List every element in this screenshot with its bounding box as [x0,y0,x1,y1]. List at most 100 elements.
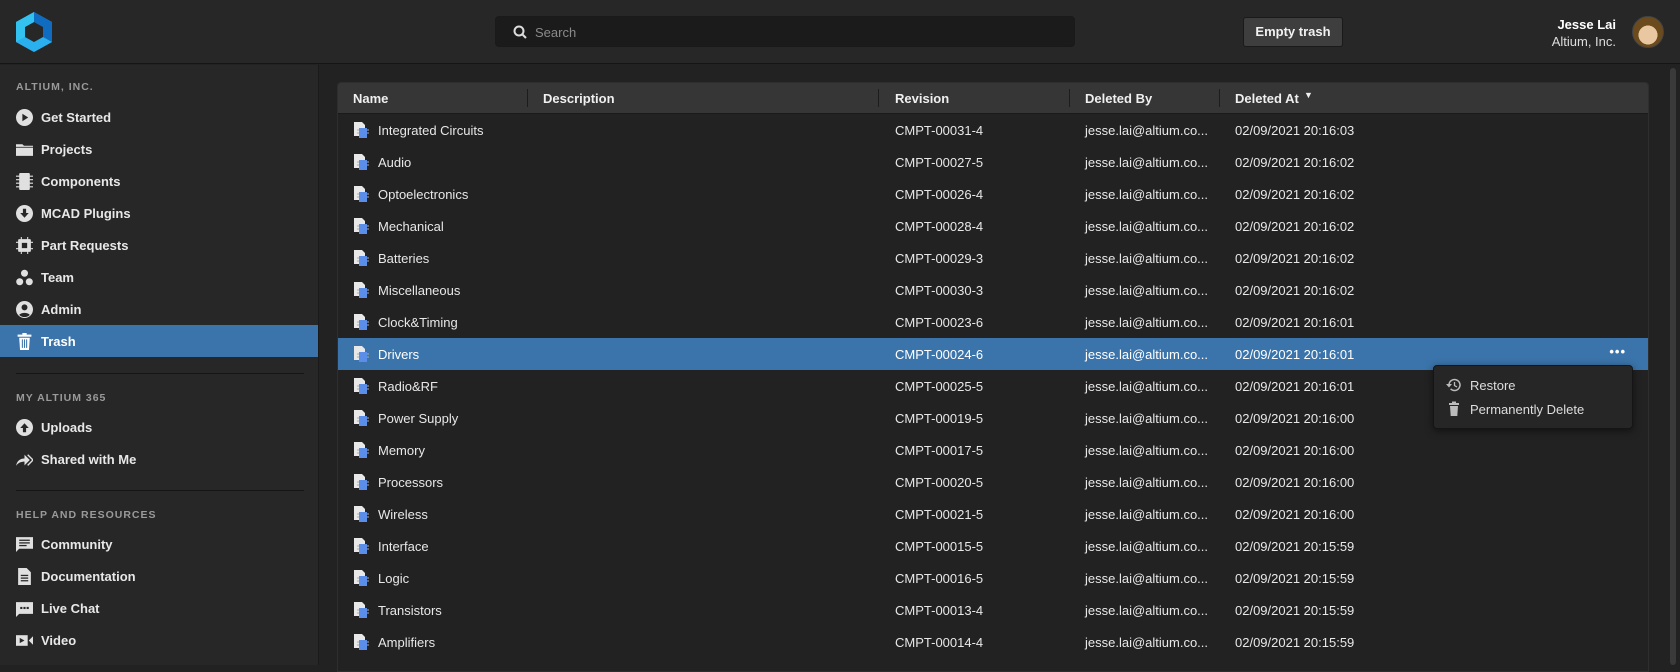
cell-deleted-at: 02/09/2021 20:16:02 [1235,283,1355,298]
cell-deleted-at: 02/09/2021 20:15:59 [1235,571,1355,586]
cell-deleted-by: jesse.lai@altium.co... [1085,315,1209,330]
cell-revision: CMPT-00024-6 [895,347,984,362]
sidebar-item-trash[interactable]: Trash [0,325,318,357]
cell-name[interactable]: Processors [378,475,443,490]
sort-desc-icon[interactable]: ▼ [1304,90,1313,100]
cell-name[interactable]: Optoelectronics [378,187,468,202]
component-file-icon [354,506,369,522]
sidebar-item-projects[interactable]: Projects [0,133,318,165]
sidebar-item-uploads[interactable]: Uploads [0,411,318,443]
cell-name[interactable]: Mechanical [378,219,444,234]
column-resizer[interactable] [527,89,528,107]
column-deleted-by[interactable]: Deleted By [1085,91,1152,106]
search-icon [513,25,527,39]
cell-deleted-at: 02/09/2021 20:16:00 [1235,411,1355,426]
empty-trash-button[interactable]: Empty trash [1243,17,1343,47]
table-row[interactable]: Integrated Circuits CMPT-00031-4 jesse.l… [338,114,1648,146]
table-row[interactable]: Interface CMPT-00015-5 jesse.lai@altium.… [338,530,1648,562]
cell-deleted-by: jesse.lai@altium.co... [1085,539,1209,554]
sidebar-item-team[interactable]: Team [0,261,318,293]
column-resizer[interactable] [878,89,879,107]
folder-icon [16,143,33,156]
cell-name[interactable]: Miscellaneous [378,283,460,298]
cell-deleted-by: jesse.lai@altium.co... [1085,603,1209,618]
sidebar-item-documentation[interactable]: Documentation [0,560,318,592]
divider [16,490,304,491]
sidebar-item-get-started[interactable]: Get Started [0,101,318,133]
cell-revision: CMPT-00013-4 [895,603,984,618]
table-row[interactable]: Miscellaneous CMPT-00030-3 jesse.lai@alt… [338,274,1648,306]
cell-name[interactable]: Logic [378,571,409,586]
cell-deleted-by: jesse.lai@altium.co... [1085,219,1209,234]
cell-name[interactable]: Drivers [378,347,419,362]
scrollbar[interactable] [1670,68,1676,665]
cell-deleted-by: jesse.lai@altium.co... [1085,443,1209,458]
cell-name[interactable]: Interface [378,539,429,554]
component-file-icon [354,570,369,586]
column-resizer[interactable] [1069,89,1070,107]
sidebar-item-part-requests[interactable]: Part Requests [0,229,318,261]
cell-name[interactable]: Transistors [378,603,442,618]
cell-name[interactable]: Wireless [378,507,428,522]
column-revision[interactable]: Revision [895,91,949,106]
menu-item-label: Permanently Delete [1470,401,1585,417]
table-row[interactable]: Mechanical CMPT-00028-4 jesse.lai@altium… [338,210,1648,242]
cell-name[interactable]: Memory [378,443,425,458]
video-icon [16,634,33,646]
sidebar-item-mcad-plugins[interactable]: MCAD Plugins [0,197,318,229]
table-row[interactable]: Memory CMPT-00017-5 jesse.lai@altium.co.… [338,434,1648,466]
cell-name[interactable]: Radio&RF [378,379,438,394]
cell-revision: CMPT-00016-5 [895,571,984,586]
user-info[interactable]: Jesse Lai Altium, Inc. [1552,17,1616,49]
column-resizer[interactable] [1219,89,1220,107]
sidebar-item-label: Get Started [41,109,112,125]
sidebar-item-video[interactable]: Video [0,624,318,656]
table-header: Name Description Revision Deleted By Del… [338,83,1648,114]
cell-deleted-by: jesse.lai@altium.co... [1085,411,1209,426]
cell-name[interactable]: Audio [378,155,411,170]
cell-name[interactable]: Clock&Timing [378,315,458,330]
sidebar-item-components[interactable]: Components [0,165,318,197]
column-deleted-at[interactable]: Deleted At [1235,91,1299,106]
sidebar-item-shared-with-me[interactable]: Shared with Me [0,443,318,475]
menu-item-restore[interactable]: Restore [1446,375,1516,395]
sidebar-item-label: MCAD Plugins [41,205,131,221]
cell-deleted-at: 02/09/2021 20:16:01 [1235,315,1355,330]
avatar[interactable] [1632,16,1664,48]
cell-name[interactable]: Integrated Circuits [378,123,484,138]
table-row[interactable]: Batteries CMPT-00029-3 jesse.lai@altium.… [338,242,1648,274]
column-description[interactable]: Description [543,91,615,106]
more-actions-icon[interactable]: ••• [1609,344,1626,359]
column-name[interactable]: Name [353,91,388,106]
component-file-icon [354,218,369,234]
component-file-icon [354,474,369,490]
table-row[interactable]: Audio CMPT-00027-5 jesse.lai@altium.co..… [338,146,1648,178]
cell-deleted-at: 02/09/2021 20:15:59 [1235,635,1355,650]
table-row[interactable]: Optoelectronics CMPT-00026-4 jesse.lai@a… [338,178,1648,210]
table-row[interactable]: Amplifiers CMPT-00014-4 jesse.lai@altium… [338,626,1648,658]
table-row[interactable]: Clock&Timing CMPT-00023-6 jesse.lai@alti… [338,306,1648,338]
cell-name[interactable]: Batteries [378,251,429,266]
cell-revision: CMPT-00027-5 [895,155,984,170]
menu-item-permanently-delete[interactable]: Permanently Delete [1446,399,1584,419]
component-file-icon [354,186,369,202]
section-title: MY ALTIUM 365 [16,392,107,404]
sidebar-item-community[interactable]: Community [0,528,318,560]
sidebar-item-admin[interactable]: Admin [0,293,318,325]
section-title: HELP AND RESOURCES [16,509,157,521]
sidebar-item-live-chat[interactable]: Live Chat [0,592,318,624]
chat-icon [16,601,33,617]
table-row[interactable]: Wireless CMPT-00021-5 jesse.lai@altium.c… [338,498,1648,530]
altium-logo[interactable] [15,11,53,53]
cell-revision: CMPT-00030-3 [895,283,984,298]
search-input[interactable]: Search [495,16,1075,47]
table-row[interactable]: Processors CMPT-00020-5 jesse.lai@altium… [338,466,1648,498]
cell-revision: CMPT-00023-6 [895,315,984,330]
component-file-icon [354,410,369,426]
table-row[interactable]: Logic CMPT-00016-5 jesse.lai@altium.co..… [338,562,1648,594]
cell-deleted-at: 02/09/2021 20:16:00 [1235,507,1355,522]
cell-name[interactable]: Amplifiers [378,635,435,650]
cell-deleted-at: 02/09/2021 20:16:02 [1235,219,1355,234]
cell-name[interactable]: Power Supply [378,411,458,426]
table-row[interactable]: Transistors CMPT-00013-4 jesse.lai@altiu… [338,594,1648,626]
